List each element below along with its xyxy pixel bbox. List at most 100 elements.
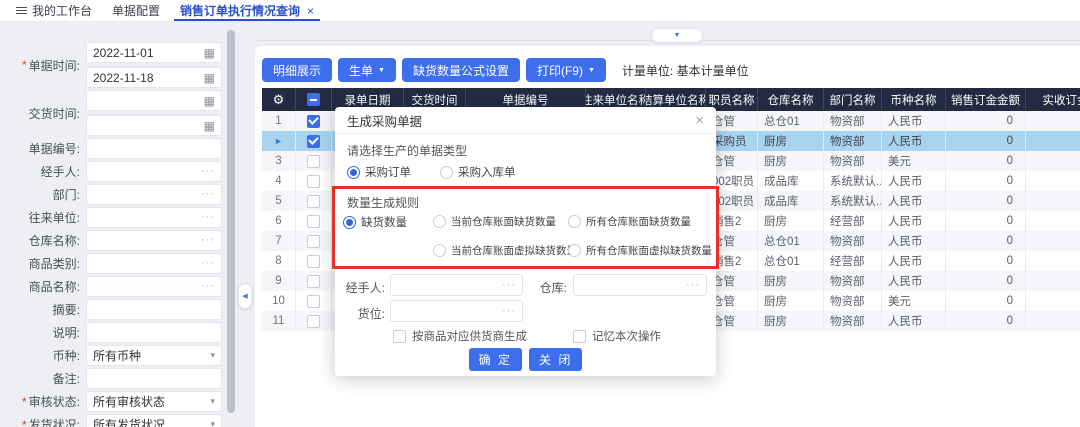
filter-field-label: 说明: [0,322,86,343]
required-asterisk: * [22,395,27,409]
row-checkbox[interactable] [296,231,332,251]
table-header-cell[interactable]: 仓库名称 [758,88,824,111]
row-checkbox[interactable] [296,291,332,311]
calendar-icon[interactable]: ▦ [204,95,215,107]
table-cell: 0 [946,211,1026,231]
handler-field[interactable]: ··· [390,274,523,296]
generate-order-button[interactable]: 生单 ▼ [338,58,396,82]
ellipsis-picker-icon[interactable]: ··· [201,258,215,269]
tab-document-config-label: 单据配置 [112,2,160,19]
filter-field-row: 商品名称:··· [0,276,228,297]
radio-purchase-order-label: 采购订单 [365,164,411,180]
select-input[interactable]: 所有审核状态▾ [86,391,222,412]
column-settings-gear[interactable]: ⚙ [262,88,296,111]
ellipsis-picker-icon[interactable]: ··· [201,166,215,177]
table-header-cell[interactable]: 实收订金 [1026,88,1080,111]
picker-input[interactable]: ··· [86,253,222,274]
select-all-checkbox[interactable] [296,88,332,111]
table-cell: 经营部 [824,251,882,271]
row-checkbox[interactable] [296,171,332,191]
select-input[interactable]: 所有发货状况▾ [86,414,222,427]
calendar-icon[interactable]: ▦ [204,72,215,84]
checkbox-remember-operation[interactable]: 记忆本次操作 [573,328,661,344]
radio-all-warehouse-virtual-shortage[interactable]: 所有仓库账面虚拟缺货数量 [568,243,712,258]
filter-field-label: 往来单位: [0,207,86,228]
radio-purchase-order[interactable]: 采购订单 [347,164,411,180]
chevron-down-icon[interactable]: ▾ [210,397,215,406]
row-checkbox[interactable] [296,271,332,291]
row-checkbox[interactable] [296,251,332,271]
text-input[interactable] [86,368,222,389]
input-value: 2022-11-01 [93,46,204,60]
picker-input[interactable]: ··· [86,184,222,205]
picker-input[interactable]: ··· [86,230,222,251]
text-input[interactable] [86,138,222,159]
shortage-formula-button[interactable]: 缺货数量公式设置 [402,58,520,82]
table-cell: 厨房 [758,271,824,291]
row-checkbox[interactable] [296,151,332,171]
chevron-down-icon[interactable]: ▾ [210,351,215,360]
tab-document-config[interactable]: 单据配置 [102,0,170,21]
row-checkbox[interactable] [296,211,332,231]
row-checkbox[interactable] [296,311,332,331]
confirm-button[interactable]: 确 定 [469,348,522,371]
row-checkbox[interactable] [296,111,332,131]
table-header-cell[interactable]: 币种名称 [882,88,946,111]
warehouse-field[interactable]: ··· [573,274,707,296]
calendar-icon[interactable]: ▦ [204,47,215,59]
detail-display-button[interactable]: 明细展示 [262,58,332,82]
ellipsis-picker-icon[interactable]: ··· [502,280,516,291]
filter-field-label: 交货时间: [0,90,86,136]
select-input[interactable]: 所有币种▾ [86,345,222,366]
radio-all-warehouse-shortage[interactable]: 所有仓库账面缺货数量 [568,214,691,229]
close-button[interactable]: 关 闭 [529,348,582,371]
date-input[interactable]: ▦ [86,115,222,136]
table-cell: 人民币 [882,271,946,291]
table-header-cell[interactable]: 销售订金金额 [946,88,1026,111]
text-input[interactable] [86,322,222,343]
radio-shortage-qty[interactable]: 缺货数量 [343,214,407,230]
table-cell: 总仓01 [758,111,824,131]
text-input[interactable] [86,299,222,320]
date-input[interactable]: 2022-11-01▦ [86,42,222,63]
date-input[interactable]: 2022-11-18▦ [86,67,222,88]
radio-purchase-receipt[interactable]: 采购入库单 [440,164,516,180]
checkbox-off-icon [307,195,320,208]
type-section-label: 请选择生产的单据类型 [347,142,467,159]
table-cell: 美元 [882,151,946,171]
location-field[interactable]: ··· [390,300,523,322]
picker-input[interactable]: ··· [86,161,222,182]
ellipsis-picker-icon[interactable]: ··· [201,189,215,200]
checkbox-generate-by-supplier[interactable]: 按商品对应供货商生成 [393,328,527,344]
radio-current-warehouse-shortage[interactable]: 当前仓库账面缺货数量 [433,214,556,229]
radio-current-warehouse-virtual-shortage[interactable]: 当前仓库账面虚拟缺货数量 [433,243,577,258]
tab-workbench[interactable]: 我的工作台 [6,0,102,21]
tab-close-icon[interactable]: × [307,4,314,18]
checkbox-off-icon [307,315,320,328]
table-cell: 系统默认... [824,191,882,211]
table-cell [1026,231,1080,251]
table-cell [1026,191,1080,211]
ellipsis-picker-icon[interactable]: ··· [201,212,215,223]
print-button[interactable]: 打印(F9) ▼ [526,58,606,82]
table-header-cell[interactable]: 部门名称 [824,88,882,111]
ellipsis-picker-icon[interactable]: ··· [502,306,516,317]
picker-input[interactable]: ··· [86,207,222,228]
row-checkbox[interactable] [296,131,332,151]
checkbox-off-icon [307,155,320,168]
modal-close-icon[interactable]: × [695,113,704,128]
filter-field-label-text: 单据时间: [29,57,80,74]
sidebar-collapse-handle[interactable]: ◀ [238,283,252,309]
row-checkbox[interactable] [296,191,332,211]
ellipsis-picker-icon[interactable]: ··· [686,280,700,291]
panel-collapse-pill[interactable]: ▼ [651,28,703,43]
calendar-icon[interactable]: ▦ [204,120,215,132]
date-input[interactable]: ▦ [86,90,222,111]
picker-input[interactable]: ··· [86,276,222,297]
ellipsis-picker-icon[interactable]: ··· [201,235,215,246]
ellipsis-picker-icon[interactable]: ··· [201,281,215,292]
tab-sales-order-query[interactable]: 销售订单执行情况查询 × [170,0,324,21]
sidebar-scrollbar[interactable] [227,30,235,413]
chevron-down-icon[interactable]: ▾ [210,420,215,427]
modal-header: 生成采购单据 × [335,107,716,134]
